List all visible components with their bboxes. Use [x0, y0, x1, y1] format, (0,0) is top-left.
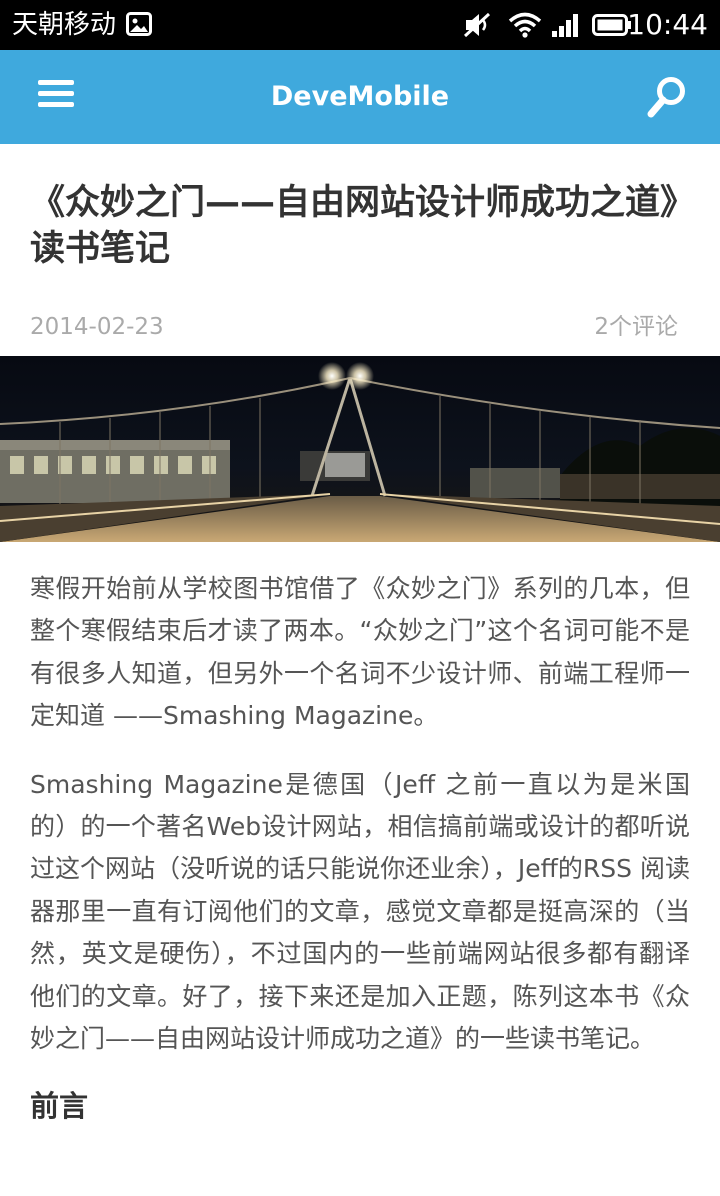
carrier-name: 天朝移动: [12, 10, 117, 40]
wifi-icon: [508, 12, 542, 38]
comment-count-link[interactable]: 2个评论: [594, 312, 678, 342]
hero-image: [0, 356, 720, 542]
post-body: 寒假开始前从学校图书馆借了《众妙之门》系列的几本，但整个寒假结束后才读了两本。“…: [30, 568, 690, 1126]
post-content: 《众妙之门——自由网站设计师成功之道》读书笔记 2014-02-23 2个评论: [0, 144, 720, 1123]
search-icon[interactable]: [646, 74, 688, 120]
status-bar: 天朝移动 10:44: [0, 0, 720, 50]
app-bar: DeveMobile: [0, 50, 720, 144]
mute-icon: [463, 12, 491, 38]
post-date: 2014-02-23: [30, 314, 164, 340]
app-title: DeveMobile: [270, 81, 450, 112]
clock: 10:44: [627, 8, 708, 41]
signal-icon: [552, 14, 578, 37]
paragraph: Smashing Magazine是德国（Jeff 之前一直以为是米国的）的一个…: [30, 769, 690, 1054]
battery-icon: [592, 14, 631, 36]
section-heading: 前言: [30, 1089, 89, 1124]
image-icon: [126, 12, 152, 36]
post-title: 《众妙之门——自由网站设计师成功之道》读书笔记: [30, 183, 678, 269]
paragraph: 寒假开始前从学校图书馆借了《众妙之门》系列的几本，但整个寒假结束后才读了两本。“…: [30, 574, 690, 731]
